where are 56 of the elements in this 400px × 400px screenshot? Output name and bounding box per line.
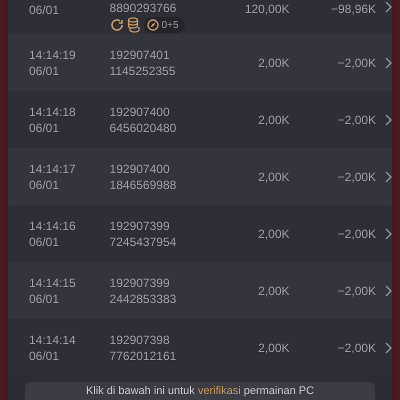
bet-amount: 2,00K	[257, 112, 290, 128]
bet-amount: 120,00K	[244, 1, 290, 17]
win-amount: −2,00K	[336, 340, 376, 356]
chevron-right-icon	[385, 284, 392, 296]
round-id: 192907400	[110, 160, 171, 176]
round-id: 192907399	[110, 274, 171, 290]
time-text: 14:14:16	[29, 218, 77, 234]
win-amount: −2,00K	[336, 112, 376, 128]
chevron-right-icon	[385, 114, 392, 126]
coins-icon	[126, 17, 141, 33]
transaction-id: 1145252355	[110, 62, 176, 78]
win-amount: −2,00K	[336, 54, 376, 70]
win-amount: −2,00K	[336, 226, 376, 242]
bet-amount: 2,00K	[257, 340, 290, 356]
history-row[interactable]: 14:14:19 06/01 192907401 1145252355 2,00K −2,00K	[8, 34, 392, 91]
date-text: 06/01	[29, 62, 60, 78]
chevron-right-icon	[385, 228, 392, 240]
date-text: 06/01	[29, 290, 60, 306]
compass-icon	[146, 19, 159, 31]
win-amount: −2,00K	[336, 168, 376, 184]
banner-text: Klik di bawah ini untuk verifikasi permainan PC	[86, 385, 314, 397]
chevron-right-icon	[385, 1, 392, 13]
refresh-icon	[110, 18, 124, 32]
time-text: 14:14:14	[29, 332, 77, 348]
bet-amount: 2,00K	[257, 226, 290, 242]
time-text: 14:14:19	[29, 46, 77, 62]
date-text: 06/01	[29, 176, 60, 192]
transaction-id: 2442853383	[110, 290, 178, 306]
chevron-right-icon	[385, 342, 392, 354]
history-row[interactable]: 14:14:17 06/01 192907400 1846569988 2,00K −2,00K	[8, 148, 392, 205]
win-amount: −98,96K	[330, 1, 376, 17]
round-id: 192907401	[110, 46, 171, 62]
time-text: 14:14:15	[29, 274, 77, 290]
bet-amount: 2,00K	[257, 282, 290, 298]
round-id: 192907398	[110, 332, 171, 348]
transaction-id: 7762012161	[110, 348, 178, 364]
verify-link[interactable]: verifikasi	[198, 385, 241, 397]
bet-amount: 2,00K	[257, 168, 290, 184]
date-text: 06/01	[29, 2, 60, 18]
date-text: 06/01	[29, 348, 60, 364]
transaction-id: 1846569988	[110, 176, 178, 192]
badge-text: 0+5	[162, 20, 179, 30]
bet-amount: 2,00K	[257, 54, 290, 70]
date-text: 06/01	[29, 234, 60, 250]
transaction-id: 8890293766	[110, 0, 178, 16]
time-text: 14:14:18	[29, 104, 77, 120]
chevron-right-icon	[385, 170, 392, 182]
chevron-right-icon	[385, 56, 392, 68]
history-row[interactable]: 14:14:15 06/01 192907399 2442853383 2,00K −2,00K	[8, 262, 392, 319]
round-id: 192907399	[110, 218, 171, 234]
transaction-id: 7245437954	[110, 234, 178, 250]
round-id: 192907400	[110, 104, 171, 120]
time-text: 14:14:17	[29, 160, 77, 176]
date-text: 06/01	[29, 120, 60, 136]
transaction-id: 6456020480	[110, 120, 178, 136]
win-amount: −2,00K	[336, 282, 376, 298]
